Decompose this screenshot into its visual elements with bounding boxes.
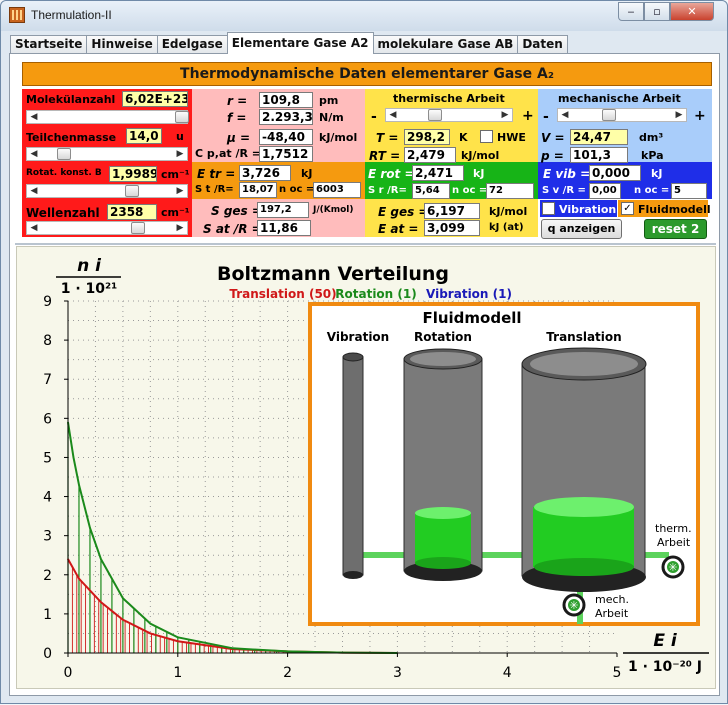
y-tick-label: 9 — [43, 294, 52, 310]
mech-work-label-2: Arbeit — [595, 607, 629, 620]
y-tick-label: 1 — [43, 607, 52, 623]
data-point — [100, 558, 102, 560]
chart-title: Boltzmann Verteilung — [217, 263, 449, 285]
x-tick-label: 4 — [503, 665, 512, 681]
data-point — [177, 640, 179, 643]
x-tick-label: 1 — [173, 665, 182, 681]
therm-valve-icon[interactable]: ✳ — [661, 555, 685, 579]
y-tick-label: 0 — [43, 646, 52, 662]
data-point — [286, 650, 289, 653]
data-point — [149, 632, 152, 635]
data-point — [78, 577, 80, 580]
xlabel-bottom: 1 · 10⁻²⁰ J — [628, 659, 702, 675]
data-point — [122, 618, 124, 621]
svg-text:✳: ✳ — [569, 599, 578, 612]
data-point — [72, 456, 75, 459]
fluid-vibration-label: Vibration — [327, 330, 389, 344]
data-point — [122, 597, 124, 600]
y-tick-label: 5 — [43, 450, 52, 466]
x-tick-label: 3 — [393, 665, 402, 681]
data-point — [177, 636, 179, 639]
mech-work-label: mech. — [595, 593, 629, 606]
legend-rotation: Rotation (1) — [335, 287, 416, 301]
data-point — [231, 647, 234, 650]
legend-vibration: Vibration (1) — [426, 287, 512, 301]
ylabel-bottom: 1 · 10²¹ — [61, 281, 118, 297]
legend-translation: Translation (50) — [229, 287, 336, 301]
bars-layer — [67, 422, 341, 653]
rotation-fluid — [415, 513, 471, 563]
data-point — [149, 622, 152, 625]
data-point — [100, 601, 102, 603]
fluid-title: Fluidmodell — [422, 309, 521, 327]
mech-valve-icon[interactable]: ✳ — [562, 593, 586, 617]
x-tick-label: 2 — [283, 665, 292, 681]
therm-work-label: therm. — [655, 522, 692, 535]
ylabel-top: n i — [77, 256, 102, 276]
x-tick-label: 0 — [64, 665, 73, 681]
xlabel-top: E i — [653, 631, 678, 651]
y-tick-label: 8 — [43, 333, 52, 349]
app-window: Thermulation-II ‒ ▫ ✕ Startseite Hinweis… — [0, 0, 728, 704]
therm-work-label-2: Arbeit — [657, 536, 691, 549]
fluid-model-panel: Fluidmodell Vibration Rotation Translati… — [308, 302, 700, 626]
data-point — [89, 527, 91, 529]
y-tick-label: 2 — [43, 568, 52, 584]
data-point — [89, 589, 91, 592]
tab-elementare-gase[interactable]: Elementare Gase A2 — [226, 32, 374, 54]
x-tick-label: 5 — [613, 665, 622, 681]
svg-text:✳: ✳ — [668, 561, 677, 574]
y-tick-label: 6 — [43, 411, 52, 427]
fluid-rotation-label: Rotation — [414, 330, 472, 344]
y-tick-label: 4 — [43, 490, 52, 506]
y-tick-label: 3 — [43, 529, 52, 545]
boltzmann-chart: 0 1 2 3 4 5 6 7 8 9 0 1 2 3 4 5 Boltzmann Verteilung Tr… — [43, 256, 709, 681]
data-point — [78, 484, 80, 486]
vibration-cylinder — [342, 356, 364, 576]
y-tick-label: 7 — [43, 372, 52, 388]
fluid-translation-label: Translation — [546, 330, 621, 344]
